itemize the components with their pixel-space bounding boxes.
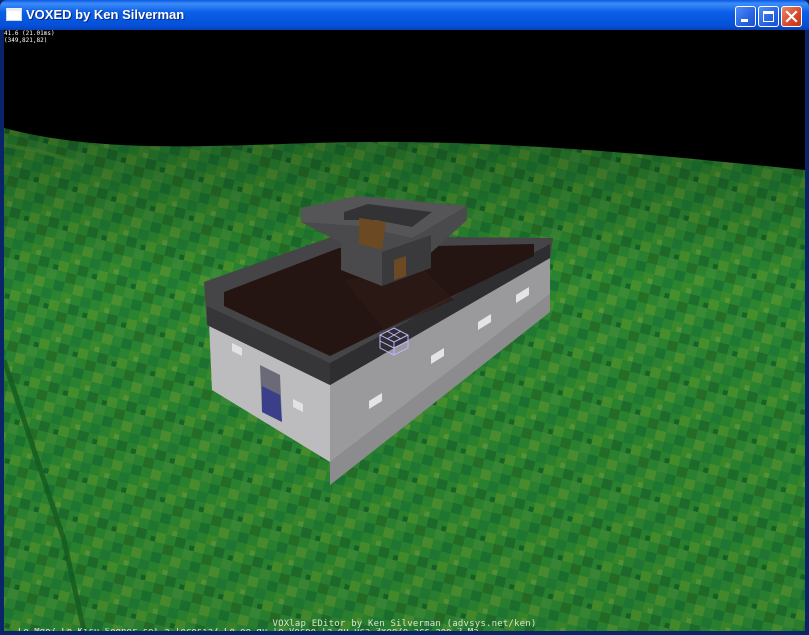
voxel-3d-viewport[interactable]: 41.6 (21.01ms) (349,821,82) VOXlap EDitor… — [4, 30, 805, 631]
fps-readout: 41.6 (21.01ms) — [4, 30, 55, 37]
title-bar[interactable]: VOXED by Ken Silverman — [0, 0, 809, 30]
voxel-scene — [4, 30, 805, 631]
window-title: VOXED by Ken Silverman — [26, 7, 185, 22]
maximize-icon — [763, 11, 774, 22]
maximize-button[interactable] — [758, 6, 779, 27]
window-app-icon — [6, 8, 22, 21]
minimize-button[interactable] — [735, 6, 756, 27]
close-button[interactable] — [781, 6, 802, 27]
app-window: VOXED by Ken Silverman 41.6 (21.01ms) (3… — [0, 0, 809, 635]
minimize-icon — [741, 19, 748, 22]
close-icon — [785, 10, 798, 23]
window-bottom-border — [4, 631, 805, 635]
position-readout: (349,821,82) — [4, 37, 48, 44]
hud-stats: 41.6 (21.01ms) (349,821,82) — [4, 30, 55, 44]
